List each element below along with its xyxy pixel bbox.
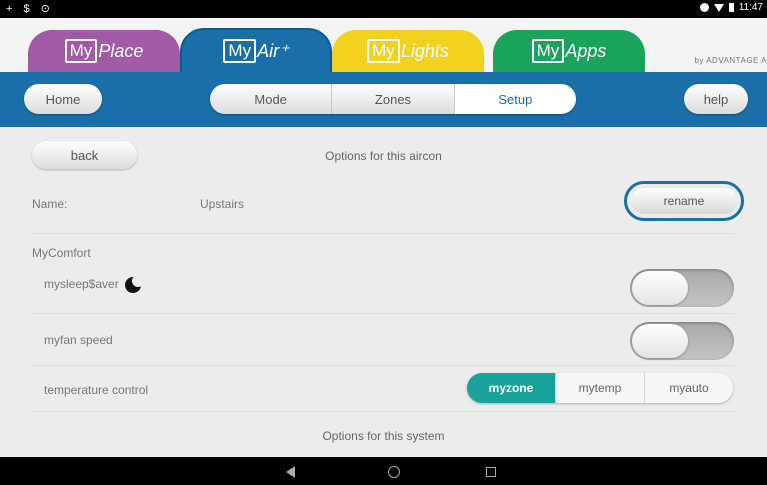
mysleepsaver-toggle[interactable] bbox=[630, 269, 734, 307]
divider bbox=[32, 365, 734, 366]
tab-mylights-prefix: My bbox=[367, 39, 400, 63]
mycomfort-heading: MyComfort bbox=[32, 246, 91, 260]
tab-myplace-label: Place bbox=[98, 41, 144, 61]
temperature-control-selector: myzone mytemp myauto bbox=[467, 373, 733, 403]
recents-nav-icon[interactable] bbox=[486, 467, 496, 477]
tab-myplace[interactable]: My Place bbox=[28, 30, 180, 76]
status-icons-left: + $ ⊙ bbox=[6, 3, 54, 15]
divider bbox=[32, 313, 734, 314]
moon-icon bbox=[124, 275, 144, 293]
system-nav-bar bbox=[0, 457, 767, 485]
back-nav-icon[interactable] bbox=[286, 466, 295, 478]
tab-setup[interactable]: Setup bbox=[454, 84, 576, 114]
tab-mylights-label: Lights bbox=[400, 41, 449, 61]
option-myauto[interactable]: myauto bbox=[645, 373, 733, 403]
home-nav-icon[interactable] bbox=[388, 466, 400, 478]
myfan-speed-toggle[interactable] bbox=[630, 322, 734, 360]
tab-myair-prefix: My bbox=[223, 39, 257, 63]
nav-bar: Home Mode Zones Setup help bbox=[0, 72, 767, 127]
mysleepsaver-row: mysleep$aver bbox=[44, 275, 144, 293]
do-not-disturb-icon bbox=[699, 3, 709, 12]
section-tabs: Mode Zones Setup bbox=[210, 84, 576, 114]
home-button[interactable]: Home bbox=[24, 84, 102, 114]
temperature-control-label: temperature control bbox=[44, 383, 149, 397]
app-tab-bar: My Place My Air⁺ My Lights My Apps by ADVANT… bbox=[0, 18, 767, 76]
option-myzone[interactable]: myzone bbox=[467, 373, 556, 403]
myfan-speed-label: myfan speed bbox=[44, 333, 113, 347]
status-time: 11:47 bbox=[738, 2, 763, 13]
tab-myapps-label: Apps bbox=[565, 41, 607, 61]
rename-button[interactable]: rename bbox=[631, 188, 737, 214]
system-options-heading: Options for this system bbox=[322, 429, 445, 443]
status-icons-right: 11:47 bbox=[699, 2, 763, 13]
name-label: Name: bbox=[32, 197, 68, 211]
battery-icon bbox=[728, 3, 734, 12]
wifi-icon bbox=[713, 3, 724, 12]
toggle-knob bbox=[632, 271, 688, 305]
toggle-knob bbox=[632, 324, 688, 358]
aircon-options-heading: Options for this aircon bbox=[325, 149, 442, 163]
tab-mylights[interactable]: My Lights bbox=[332, 30, 484, 76]
divider bbox=[32, 411, 734, 412]
help-button[interactable]: help bbox=[684, 84, 748, 114]
status-bar: + $ ⊙ 11:47 bbox=[0, 0, 767, 18]
setup-panel: back Options for this aircon Name: Upsta… bbox=[0, 127, 767, 457]
divider bbox=[32, 233, 734, 234]
tab-myapps-prefix: My bbox=[531, 39, 565, 63]
tab-myplace-prefix: My bbox=[64, 39, 98, 63]
mysleepsaver-label: mysleep$aver bbox=[44, 277, 119, 292]
tab-myair[interactable]: My Air⁺ bbox=[180, 28, 332, 74]
name-value: Upstairs bbox=[200, 197, 245, 211]
tab-myapps[interactable]: My Apps bbox=[493, 30, 645, 76]
option-mytemp[interactable]: mytemp bbox=[556, 373, 645, 403]
tab-zones[interactable]: Zones bbox=[332, 84, 455, 114]
rename-highlight: rename bbox=[624, 181, 744, 221]
tab-myair-label: Air⁺ bbox=[257, 41, 289, 61]
brand-logo: by ADVANTAGE A bbox=[694, 56, 767, 65]
tab-mode[interactable]: Mode bbox=[210, 84, 333, 114]
